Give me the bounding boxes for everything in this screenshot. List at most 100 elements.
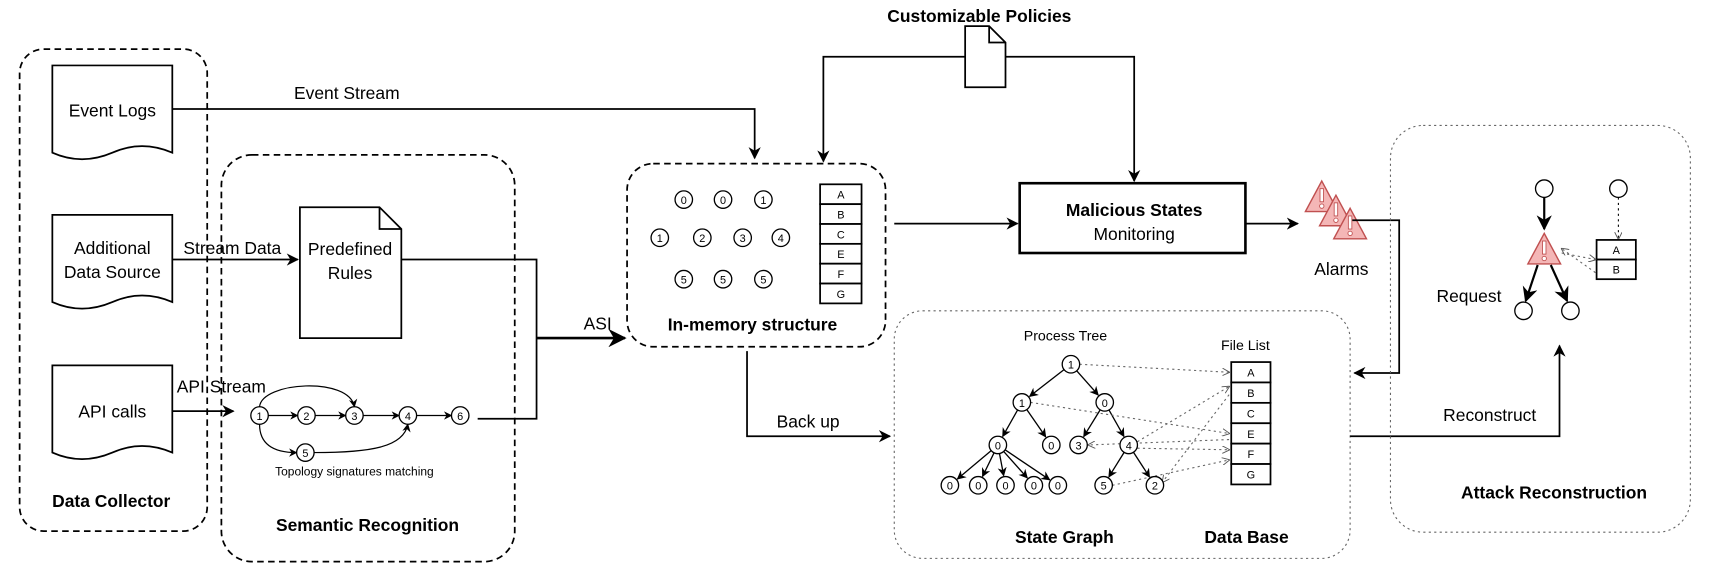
database-title: Data Base	[1204, 527, 1289, 547]
file-list-label: File List	[1221, 338, 1270, 354]
graph-node-label: 2	[699, 233, 705, 245]
graph-node-label: 2	[303, 411, 309, 423]
tree-edge	[997, 453, 1007, 477]
graph-node-label: 0	[995, 440, 1001, 452]
file-link	[1079, 363, 1229, 372]
file-list-cell-label: A	[1247, 368, 1255, 380]
file-link	[1137, 448, 1229, 450]
file-link	[1030, 401, 1229, 433]
policy-to-memory-arrow	[817, 55, 966, 163]
graph-node-label: 0	[681, 195, 687, 207]
semantic-recognition-title: Semantic Recognition	[276, 515, 459, 535]
file-list-cell-label: E	[1247, 429, 1254, 441]
graph-node-label: 5	[302, 448, 308, 460]
attack-reconstruction-group: AB Attack Reconstruction	[1389, 124, 1691, 533]
graph-node-label: 5	[720, 275, 726, 287]
tree-edge	[1076, 370, 1099, 396]
api-stream-label: API Stream	[177, 377, 266, 397]
file-link	[1137, 387, 1229, 443]
warning-triangle-icon	[1304, 180, 1368, 240]
tree-edge	[1004, 449, 1051, 481]
graph-node-label: 3	[740, 233, 746, 245]
request-arrow	[1352, 219, 1401, 380]
tree-edge	[1132, 451, 1151, 478]
tree-edge	[956, 450, 992, 480]
memory-table-cell-label: A	[837, 190, 845, 202]
api-calls-label: API calls	[78, 402, 146, 422]
tree-edge	[1028, 369, 1065, 397]
document-icon	[964, 25, 1007, 89]
graph-node-label: 6	[457, 411, 463, 423]
in-memory-title: In-memory structure	[668, 314, 838, 334]
graph-node-label: 0	[947, 481, 953, 493]
graph-node-label: 0	[1031, 481, 1037, 493]
state-graph-group: Process Tree File List 1 1 0 0 0 3 4 0 0 0 0 0 5 2 AB…	[893, 310, 1351, 559]
in-memory-group: 0 0 1 1 2 3 4 5 5 5 ABCEFG In-memory structure	[626, 162, 887, 348]
file-link	[1163, 394, 1230, 482]
file-link	[1088, 439, 1230, 445]
tree-edge	[1026, 409, 1047, 438]
file-link	[1112, 460, 1229, 486]
event-stream-label: Event Stream	[294, 83, 400, 103]
alarms-label: Alarms	[1314, 259, 1369, 279]
tree-edge	[1083, 409, 1101, 438]
backup-label: Back up	[777, 412, 840, 432]
graph-node-label: 0	[1102, 398, 1108, 410]
tree-edge	[1108, 409, 1125, 438]
graph-node-label: 1	[760, 195, 766, 207]
policy-to-monitor-arrow	[1005, 55, 1141, 183]
additional-source-label-2: Data Source	[64, 262, 161, 282]
tree-edge	[1002, 409, 1019, 438]
data-collector-title: Data Collector	[52, 491, 170, 511]
tree-edge	[1108, 452, 1125, 478]
graph-node-label: 0	[1002, 481, 1008, 493]
rules-label-2: Rules	[328, 263, 373, 283]
process-tree-label: Process Tree	[1024, 328, 1108, 344]
request-label: Request	[1437, 286, 1502, 306]
memory-table-cell-label: G	[837, 289, 845, 301]
graph-node-label: 2	[1152, 481, 1158, 493]
data-collector-group: Event Logs Additional Data Source API ca…	[18, 48, 209, 532]
graph-node-label: 1	[257, 411, 263, 423]
topology-caption: Topology signatures matching	[275, 464, 434, 478]
graph-node-label: 4	[405, 411, 411, 423]
semantic-recognition-box	[220, 153, 516, 563]
graph-node-label: 3	[351, 411, 357, 423]
file-list-cell-label: G	[1247, 470, 1255, 482]
data-collector-box	[18, 48, 209, 532]
graph-node-label: 1	[657, 233, 663, 245]
alarm-node-icon	[1527, 232, 1562, 265]
file-list-cell-label: C	[1247, 408, 1255, 420]
graph-node-label: 1	[1068, 360, 1074, 372]
memory-table-cell-label: B	[837, 209, 844, 221]
state-graph-title: State Graph	[1015, 527, 1114, 547]
semantic-recognition-group: Predefined Rules 1 2 3 4 6 5 Topology signatu…	[220, 153, 516, 563]
additional-source-label-1: Additional	[74, 238, 151, 258]
architecture-diagram: Event Logs Additional Data Source API ca…	[18, 6, 1691, 563]
graph-node-label: 0	[1048, 440, 1054, 452]
attack-reconstruction-title: Attack Reconstruction	[1461, 482, 1647, 502]
memory-table-cell-label: C	[837, 229, 845, 241]
graph-node-label: 5	[1101, 481, 1107, 493]
memory-table-cell-label: F	[837, 269, 844, 281]
event-logs-label: Event Logs	[69, 101, 157, 121]
graph-node-label: 0	[720, 195, 726, 207]
graph-node-label: 5	[760, 275, 766, 287]
monitor-title: Malicious States	[1066, 200, 1203, 220]
stream-data-label: Stream Data	[183, 238, 281, 258]
graph-node-label: 5	[681, 275, 687, 287]
asi-merge-line	[401, 258, 538, 420]
file-list-cell-label: B	[1247, 388, 1254, 400]
graph-node-label: 4	[1126, 440, 1132, 452]
monitor-subtitle: Monitoring	[1093, 224, 1174, 244]
asi-label: ASI	[584, 313, 612, 333]
reconstruct-label: Reconstruct	[1443, 405, 1536, 425]
graph-node-label: 3	[1076, 440, 1082, 452]
graph-node-label: 0	[1055, 481, 1061, 493]
file-list-cell-label: F	[1248, 449, 1255, 461]
graph-node-label: 0	[975, 481, 981, 493]
attack-table-cell-label: B	[1613, 265, 1620, 277]
tree-edge	[1003, 451, 1028, 479]
rules-label-1: Predefined	[308, 239, 392, 259]
graph-node-label: 1	[1019, 398, 1025, 410]
